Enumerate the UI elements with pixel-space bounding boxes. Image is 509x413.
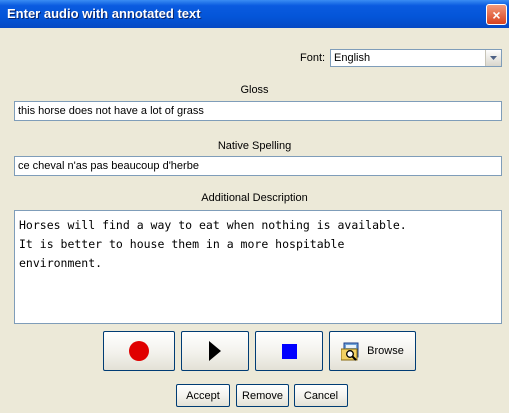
- record-icon: [129, 341, 149, 361]
- font-selected-value: English: [334, 52, 371, 64]
- play-button[interactable]: [181, 331, 249, 371]
- native-spelling-label: Native Spelling: [217, 140, 292, 152]
- stop-button[interactable]: [255, 331, 323, 371]
- accept-label: Accept: [186, 389, 220, 402]
- gloss-input[interactable]: this horse does not have a lot of grass: [14, 101, 502, 121]
- font-dropdown[interactable]: English: [330, 49, 502, 67]
- native-spelling-input[interactable]: ce cheval n'as pas beaucoup d'herbe: [14, 156, 502, 176]
- play-icon: [209, 341, 221, 361]
- close-icon: ×: [492, 6, 501, 23]
- folder-search-icon: [341, 342, 359, 361]
- chevron-down-icon[interactable]: [485, 50, 501, 66]
- additional-description-label: Additional Description: [201, 192, 308, 204]
- font-label: Font:: [300, 52, 326, 64]
- remove-label: Remove: [242, 389, 283, 402]
- additional-description-textarea[interactable]: Horses will find a way to eat when nothi…: [14, 210, 502, 324]
- record-button[interactable]: [103, 331, 175, 371]
- window-title: Enter audio with annotated text: [7, 6, 201, 21]
- remove-button[interactable]: Remove: [236, 384, 289, 407]
- close-button[interactable]: ×: [486, 4, 507, 25]
- browse-button[interactable]: Browse: [329, 331, 416, 371]
- browse-label: Browse: [367, 345, 404, 357]
- title-bar[interactable]: Enter audio with annotated text ×: [0, 0, 509, 28]
- stop-icon: [281, 343, 297, 359]
- accept-button[interactable]: Accept: [176, 384, 230, 407]
- cancel-label: Cancel: [303, 389, 339, 402]
- cancel-button[interactable]: Cancel: [294, 384, 348, 407]
- gloss-label: Gloss: [240, 84, 269, 96]
